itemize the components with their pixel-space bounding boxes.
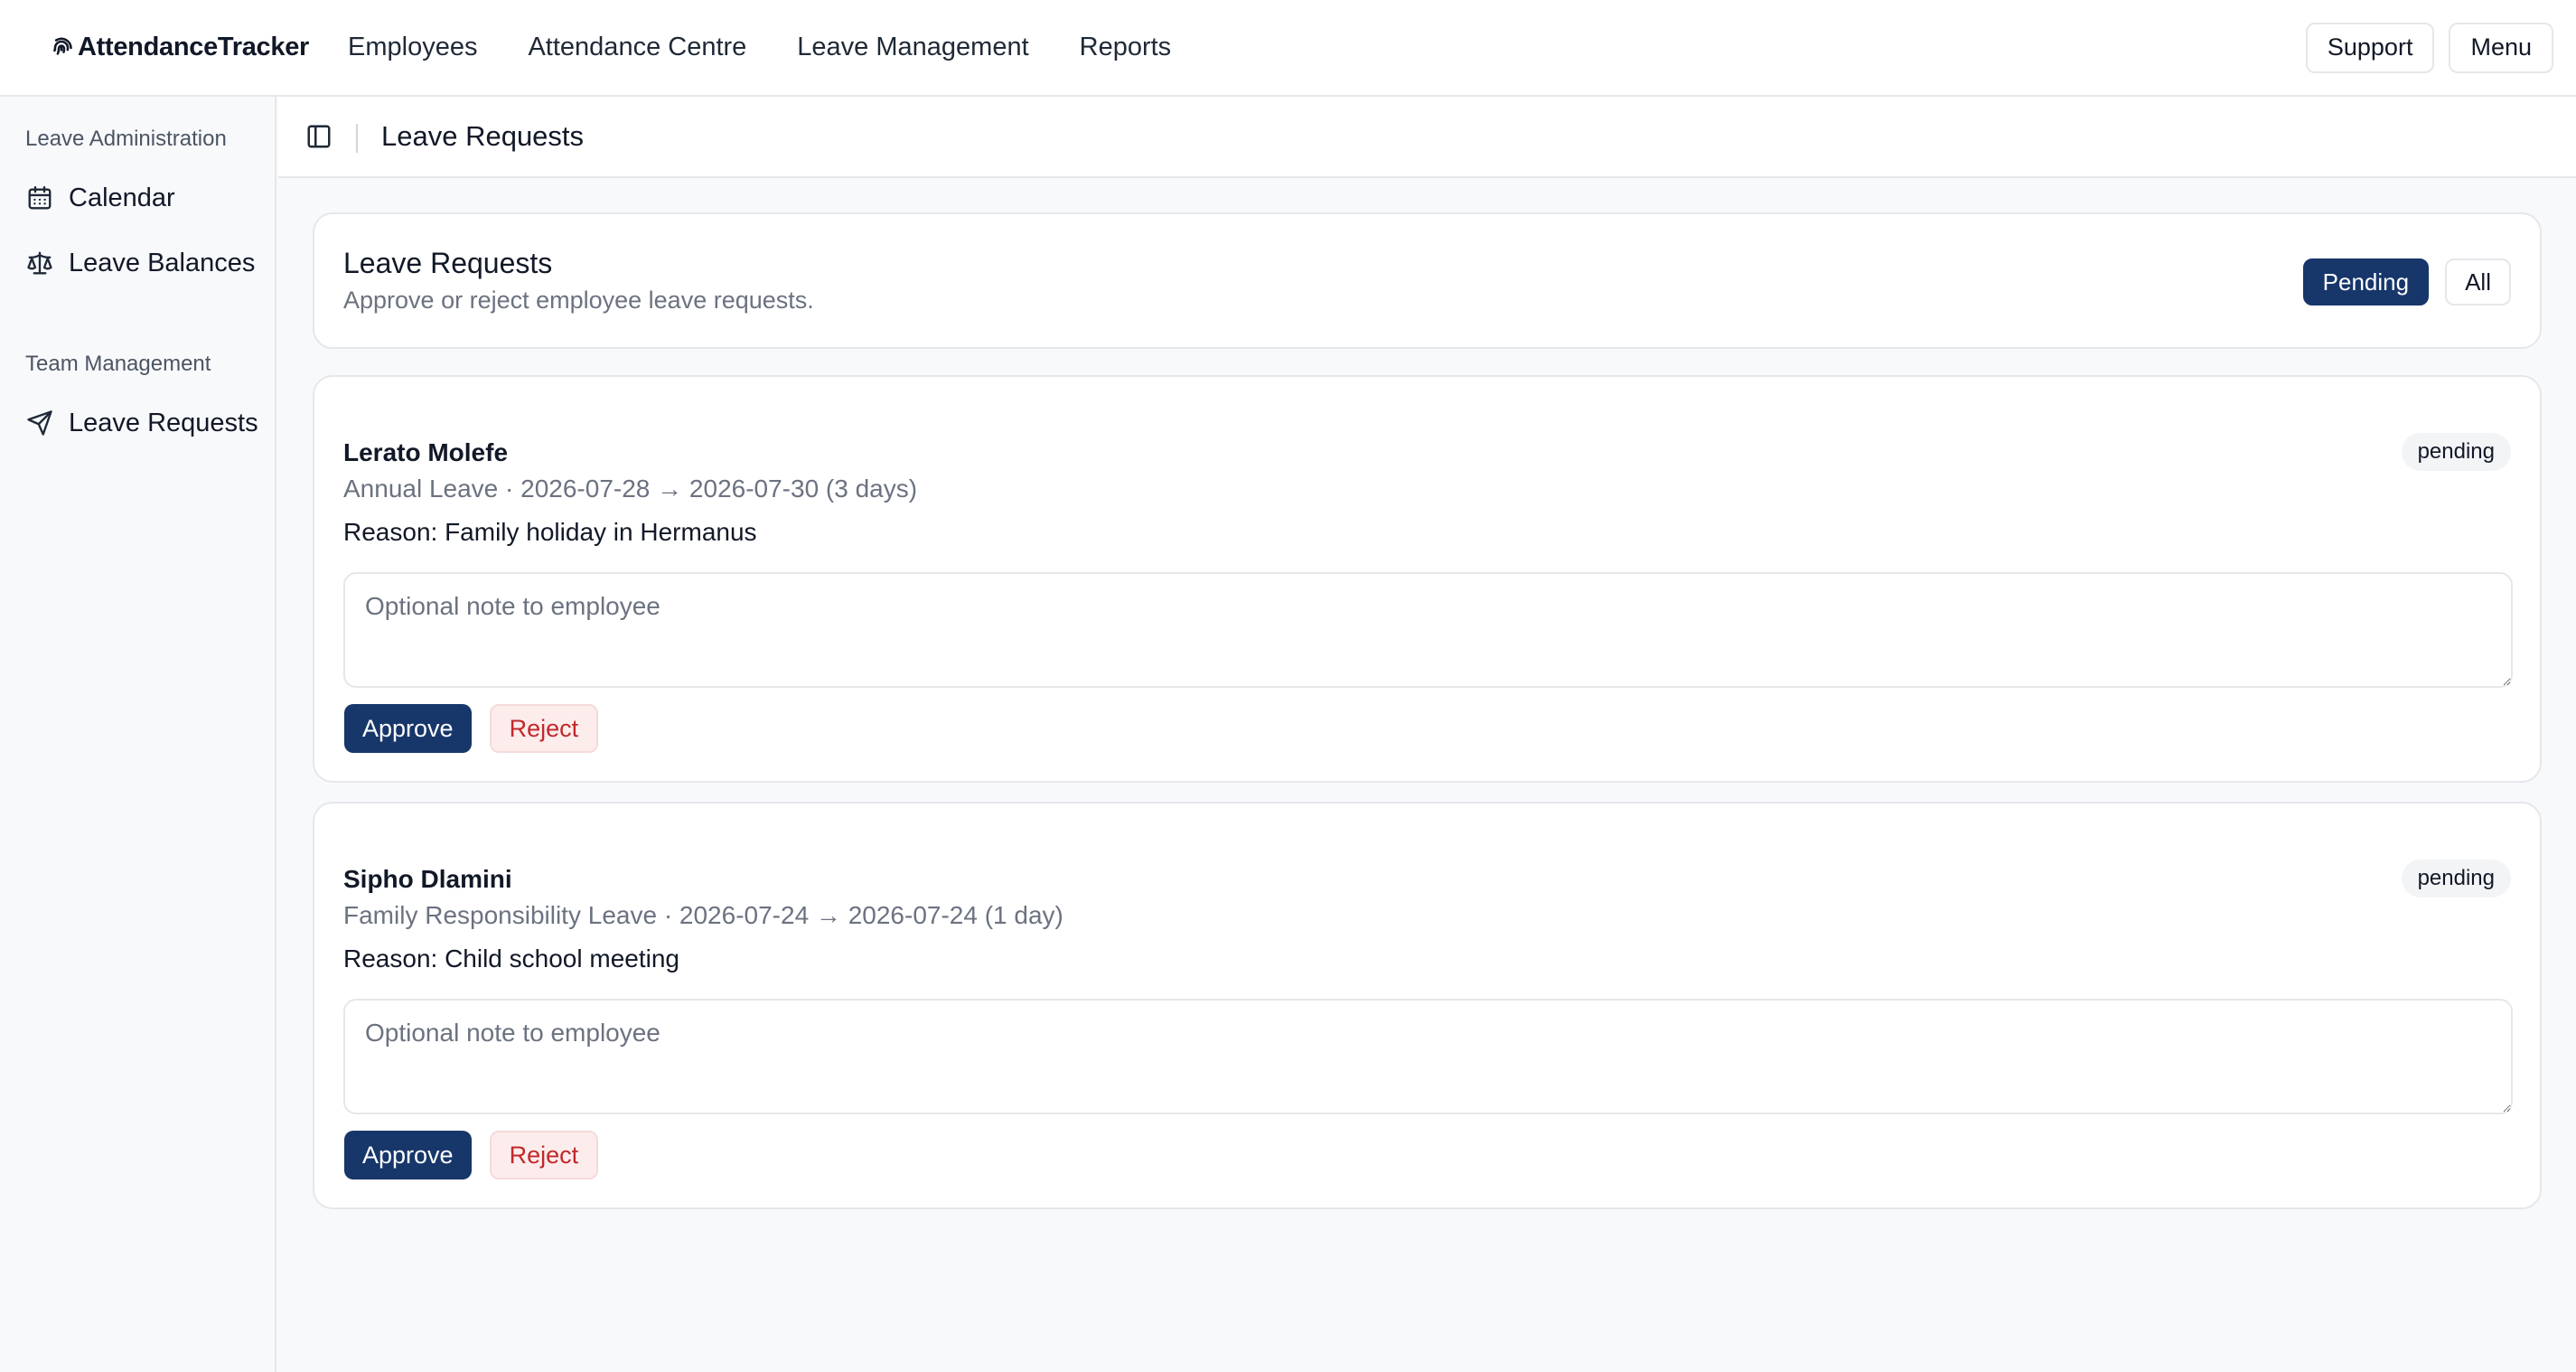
- note-to-employee-field[interactable]: [343, 572, 2513, 688]
- sidebar-item-label: Calendar: [69, 183, 175, 212]
- sidebar-section-team-management: Team Management: [25, 352, 211, 376]
- brand-logo[interactable]: AttendanceTracker: [49, 0, 309, 95]
- sidebar-item-label: Leave Requests: [69, 408, 258, 437]
- request-actions: Approve Reject: [344, 1131, 599, 1179]
- top-navigation-bar: AttendanceTracker Employees Attendance C…: [0, 0, 2576, 97]
- sidebar-item-calendar[interactable]: Calendar: [25, 173, 260, 223]
- sidebar-toggle-button[interactable]: [302, 119, 336, 154]
- brand-name: AttendanceTracker: [78, 33, 310, 61]
- page-title: Leave Requests: [381, 120, 585, 152]
- sidebar-item-leave-balances[interactable]: Leave Balances: [25, 238, 260, 288]
- sidebar: Leave Administration Calendar Leave Bala…: [0, 97, 276, 1372]
- leave-request-card: Sipho Dlamini pending Family Responsibil…: [313, 802, 2542, 1209]
- nav-leave-management[interactable]: Leave Management: [797, 33, 1028, 62]
- fingerprint-icon: [53, 37, 72, 55]
- panel-left-icon: [307, 125, 331, 148]
- calendar-icon: [25, 183, 54, 212]
- top-actions: Support Menu: [2305, 0, 2553, 95]
- card-title: Leave Requests: [343, 247, 553, 279]
- approve-button[interactable]: Approve: [344, 704, 472, 753]
- main-nav: Employees Attendance Centre Leave Manage…: [348, 0, 1171, 95]
- content-header: Leave Requests: [278, 97, 2576, 178]
- filter-all-button[interactable]: All: [2445, 258, 2511, 305]
- sidebar-item-leave-requests[interactable]: Leave Requests: [25, 398, 260, 448]
- request-actions: Approve Reject: [344, 704, 599, 753]
- header-divider: [356, 124, 358, 153]
- nav-attendance-centre[interactable]: Attendance Centre: [528, 33, 746, 62]
- menu-button[interactable]: Menu: [2449, 22, 2553, 73]
- leave-details: Annual Leave · 2026-07-28 → 2026-07-30 (…: [343, 475, 918, 503]
- leave-request-card: Lerato Molefe pending Annual Leave · 202…: [313, 375, 2542, 783]
- status-badge: pending: [2401, 860, 2511, 897]
- leave-requests-intro-card: Leave Requests Approve or reject employe…: [313, 212, 2542, 349]
- employee-name: Sipho Dlamini: [343, 865, 512, 893]
- card-subtitle: Approve or reject employee leave request…: [343, 287, 814, 314]
- employee-name: Lerato Molefe: [343, 438, 509, 466]
- leave-reason: Reason: Family holiday in Hermanus: [343, 518, 757, 546]
- reject-button[interactable]: Reject: [489, 704, 599, 753]
- status-filter-group: Pending All: [2302, 258, 2511, 305]
- send-icon: [25, 409, 54, 437]
- sidebar-item-label: Leave Balances: [69, 248, 256, 277]
- nav-reports[interactable]: Reports: [1080, 33, 1172, 62]
- leave-reason: Reason: Child school meeting: [343, 944, 679, 973]
- nav-employees[interactable]: Employees: [348, 33, 477, 62]
- leave-details: Family Responsibility Leave · 2026-07-24…: [343, 901, 1063, 929]
- filter-pending-button[interactable]: Pending: [2302, 258, 2430, 305]
- reject-button[interactable]: Reject: [489, 1131, 599, 1179]
- note-to-employee-field[interactable]: [343, 999, 2513, 1114]
- sidebar-section-leave-administration: Leave Administration: [25, 127, 227, 151]
- scale-icon: [25, 249, 54, 277]
- support-button[interactable]: Support: [2305, 22, 2435, 73]
- status-badge: pending: [2401, 433, 2511, 471]
- approve-button[interactable]: Approve: [344, 1131, 472, 1179]
